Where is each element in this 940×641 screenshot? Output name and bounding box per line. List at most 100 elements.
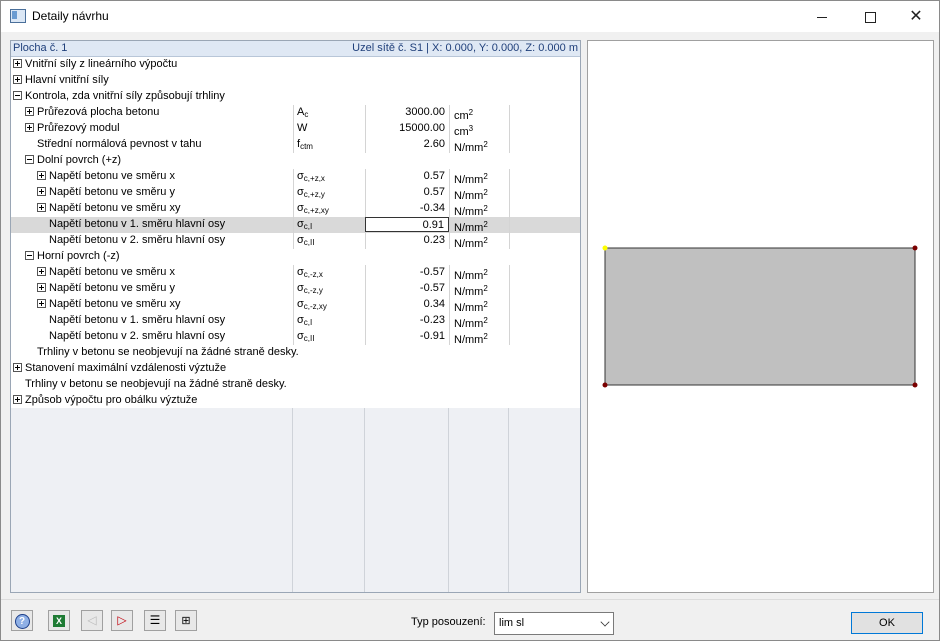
unit-exponent: 2: [483, 316, 488, 325]
close-button[interactable]: ✕: [893, 1, 939, 32]
minimize-button[interactable]: [799, 1, 845, 32]
unit: N/mm: [454, 318, 484, 329]
expand-icon[interactable]: [13, 59, 22, 68]
unit: cm: [454, 126, 469, 137]
value-cell[interactable]: -0.57: [365, 265, 449, 281]
maximize-button[interactable]: [847, 1, 893, 32]
row-name: Trhliny v betonu se neobjevují na žádné …: [11, 377, 580, 393]
title-bar: Detaily návrhu ✕: [1, 1, 939, 32]
symbol: σ: [297, 218, 304, 230]
value-cell[interactable]: 15000.00: [365, 121, 449, 137]
table-row[interactable]: Stanovení maximální vzdálenosti výztuže: [11, 361, 580, 378]
unit-cell: N/mm2: [449, 217, 509, 233]
previous-button[interactable]: ◁: [81, 610, 103, 631]
unit-cell: N/mm2: [449, 185, 509, 201]
table-row[interactable]: Napětí betonu ve směru x σc,-z,x -0.57 N/mm…: [11, 265, 580, 282]
symbol-subscript: c,II: [303, 334, 315, 343]
unit-cell: N/mm2: [449, 265, 509, 281]
table-row[interactable]: Střední normálová pevnost v tahu fctm 2.60…: [11, 137, 580, 154]
row-label: Napětí betonu ve směru xy: [49, 202, 181, 214]
value-cell[interactable]: 0.91: [365, 217, 449, 232]
value-cell[interactable]: 3000.00: [365, 105, 449, 121]
row-label: Střední normálová pevnost v tahu: [37, 138, 202, 150]
symbol: σ: [297, 202, 304, 214]
help-icon: ?: [14, 614, 30, 629]
expand-icon[interactable]: [37, 203, 46, 212]
value-cell[interactable]: 0.57: [365, 185, 449, 201]
symbol: σ: [297, 298, 304, 310]
symbol-subscript: c,II: [303, 238, 315, 247]
table-row[interactable]: Horní povrch (-z): [11, 249, 580, 266]
row-label: Trhliny v betonu se neobjevují na žádné …: [37, 346, 299, 358]
expand-icon[interactable]: [37, 283, 46, 292]
unit: N/mm: [454, 270, 484, 281]
expand-icon[interactable]: [25, 123, 34, 132]
row-name: Napětí betonu ve směru xy: [11, 297, 292, 313]
table-row[interactable]: Trhliny v betonu se neobjevují na žádné …: [11, 345, 580, 362]
row-name: Napětí betonu v 2. směru hlavní osy: [11, 233, 292, 249]
expand-icon[interactable]: [37, 267, 46, 276]
table-row[interactable]: Napětí betonu ve směru y σc,+z,y 0.57 N/mm2: [11, 185, 580, 202]
table-row[interactable]: Trhliny v betonu se neobjevují na žádné …: [11, 377, 580, 394]
row-name: Střední normálová pevnost v tahu: [11, 137, 292, 153]
value-cell[interactable]: -0.23: [365, 313, 449, 329]
expand-icon[interactable]: [13, 75, 22, 84]
table-row[interactable]: Napětí betonu v 1. směru hlavní osy σc,I 0…: [11, 217, 580, 234]
help-button[interactable]: ?: [11, 610, 33, 631]
collapse-icon[interactable]: [25, 155, 34, 164]
value-cell[interactable]: -0.91: [365, 329, 449, 345]
table-row[interactable]: Napětí betonu ve směru xy σc,-z,xy 0.34 N/m…: [11, 297, 580, 314]
value-cell[interactable]: 0.34: [365, 297, 449, 313]
table-row[interactable]: Průřezový modul W 15000.00 cm3: [11, 121, 580, 138]
value-cell[interactable]: -0.34: [365, 201, 449, 217]
row-name: Napětí betonu v 2. směru hlavní osy: [11, 329, 292, 345]
collapse-icon[interactable]: [13, 91, 22, 100]
expand-icon[interactable]: [13, 363, 22, 372]
minimize-icon: [817, 16, 827, 18]
typ-posouzeni-select[interactable]: lim sl: [494, 612, 614, 635]
row-label: Trhliny v betonu se neobjevují na žádné …: [25, 378, 287, 390]
unit: N/mm: [454, 142, 484, 153]
table-row[interactable]: Vnitřní síly z lineárního výpočtu: [11, 57, 580, 74]
unit-exponent: 2: [468, 108, 474, 117]
unit-exponent: 2: [483, 220, 488, 229]
unit-exponent: 2: [483, 236, 488, 245]
extra-cell: [509, 329, 580, 345]
table-row[interactable]: Napětí betonu ve směru xy σc,+z,xy -0.34 N/…: [11, 201, 580, 218]
expand-icon[interactable]: [37, 299, 46, 308]
expand-icon[interactable]: [25, 107, 34, 116]
collapse-icon[interactable]: [25, 251, 34, 260]
table-row[interactable]: Napětí betonu v 2. směru hlavní osy σc,II…: [11, 329, 580, 346]
excel-export-button[interactable]: X: [48, 610, 70, 631]
value-cell[interactable]: 0.57: [365, 169, 449, 185]
table-row[interactable]: Hlavní vnitřní síly: [11, 73, 580, 90]
symbol-cell: σc,-z,y: [293, 281, 365, 297]
row-name: Napětí betonu v 1. směru hlavní osy: [11, 217, 292, 233]
value-cell[interactable]: 2.60: [365, 137, 449, 153]
expand-icon[interactable]: [13, 395, 22, 404]
symbol-subscript: c,+z,xy: [303, 206, 329, 215]
row-name: Horní povrch (-z): [11, 249, 580, 265]
list-view-button[interactable]: ☰: [144, 610, 166, 631]
value-cell[interactable]: 0.23: [365, 233, 449, 249]
next-button[interactable]: ▷: [111, 610, 133, 631]
table-row[interactable]: Napětí betonu v 1. směru hlavní osy σc,I -…: [11, 313, 580, 330]
ok-button[interactable]: OK: [851, 612, 923, 634]
table-row[interactable]: Napětí betonu ve směru x σc,+z,x 0.57 N/mm2: [11, 169, 580, 186]
table-row[interactable]: Napětí betonu v 2. směru hlavní osy σc,II…: [11, 233, 580, 250]
table-row[interactable]: Průřezová plocha betonu Ac 3000.00 cm2: [11, 105, 580, 122]
row-label: Napětí betonu v 1. směru hlavní osy: [49, 314, 226, 326]
row-name: Trhliny v betonu se neobjevují na žádné …: [11, 345, 580, 361]
row-label: Napětí betonu v 2. směru hlavní osy: [49, 330, 226, 342]
value-cell[interactable]: -0.57: [365, 281, 449, 297]
expand-icon[interactable]: [37, 187, 46, 196]
app-icon: [10, 9, 26, 23]
extra-cell: [509, 185, 580, 201]
table-row[interactable]: Napětí betonu ve směru y σc,-z,y -0.57 N/mm…: [11, 281, 580, 298]
expand-icon[interactable]: [37, 171, 46, 180]
section-preview: [587, 40, 934, 593]
tree-view-button[interactable]: ⊞: [175, 610, 197, 631]
extra-cell: [509, 105, 580, 121]
table-row[interactable]: Kontrola, zda vnitřní síly způsobují trh…: [11, 89, 580, 106]
table-row[interactable]: Dolní povrch (+z): [11, 153, 580, 170]
